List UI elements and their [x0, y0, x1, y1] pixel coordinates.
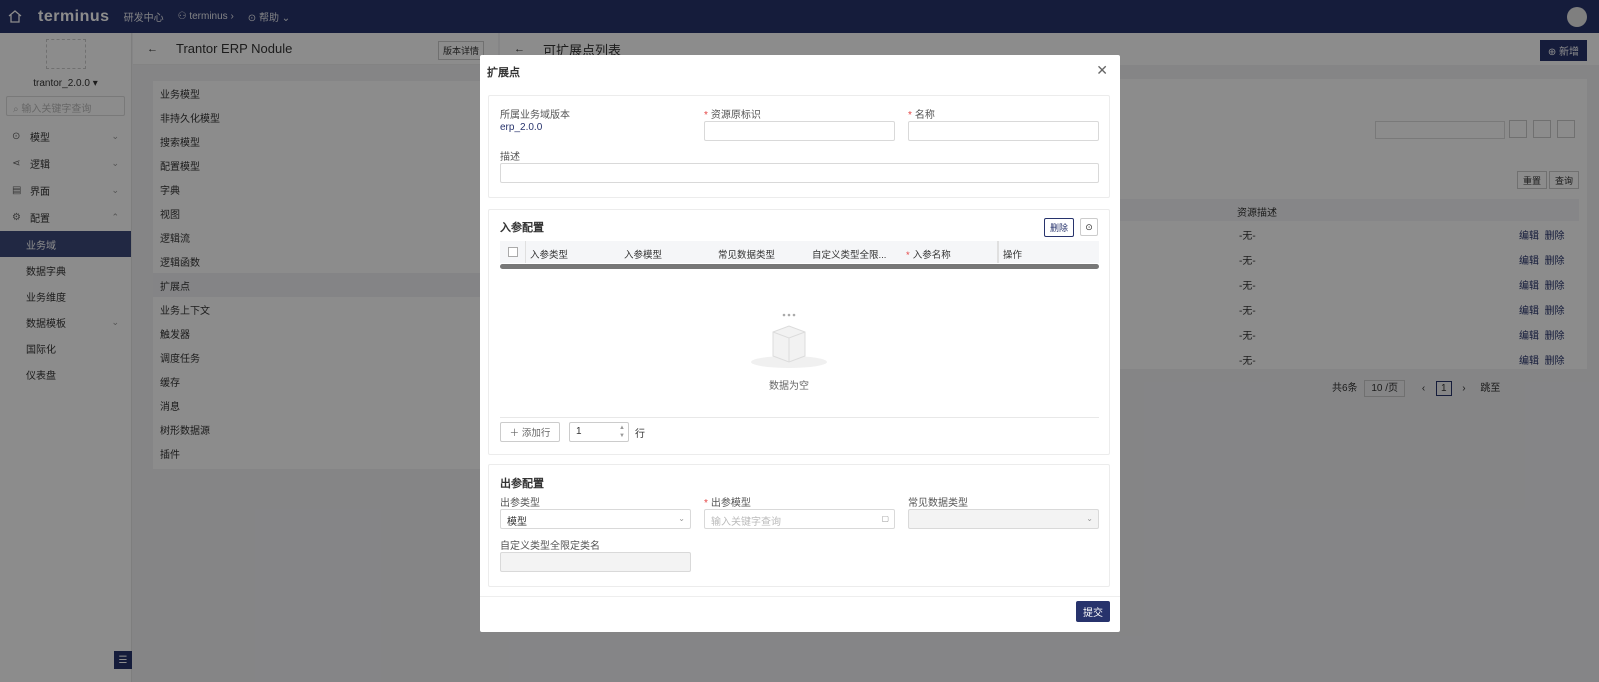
domain-version-value: erp_2.0.0: [500, 122, 543, 133]
footer-divider: [480, 596, 1120, 597]
plus-icon: ＋: [509, 428, 522, 439]
output-type-label: 出参类型: [500, 498, 540, 509]
output-config-title: 出参配置: [500, 478, 544, 490]
output-model-input[interactable]: 输入关键字查询 ▢: [704, 509, 895, 529]
empty-state: 数据为空: [744, 310, 834, 392]
common-type-select: ⌄: [908, 509, 1099, 529]
column-divider: [997, 241, 999, 263]
empty-text: 数据为空: [769, 381, 809, 392]
output-type-select[interactable]: 模型 ⌄: [500, 509, 691, 529]
custom-type-label: 自定义类型全限定类名: [500, 541, 600, 552]
add-row-button[interactable]: ＋ 添加行: [500, 422, 560, 442]
resource-id-label: * 资源原标识: [704, 110, 761, 121]
chevron-down-icon: ⌄: [678, 514, 685, 523]
add-row-label: 添加行: [521, 428, 551, 439]
table-picker-icon[interactable]: ▢: [881, 514, 889, 523]
row-count-stepper[interactable]: 1 ▲ ▼: [569, 422, 629, 442]
resource-id-input[interactable]: [704, 121, 895, 141]
name-label: * 名称: [908, 110, 935, 121]
input-config-title: 入参配置: [500, 222, 544, 234]
column-common-type: 常见数据类型: [718, 250, 776, 261]
column-param-type: 入参类型: [530, 250, 569, 261]
row-unit-label: 行: [635, 429, 645, 440]
select-all-checkbox[interactable]: [508, 247, 518, 257]
basic-info-card: 所属业务域版本 erp_2.0.0 * 资源原标识 * 名称 描述: [488, 95, 1110, 198]
custom-type-input: [500, 552, 691, 572]
extension-point-modal: 扩展点 ✕ 所属业务域版本 erp_2.0.0 * 资源原标识 * 名称 描述 入参…: [480, 55, 1120, 632]
row-count-value: 1: [576, 426, 582, 437]
submit-button[interactable]: 提交: [1076, 601, 1110, 622]
name-input[interactable]: [908, 121, 1099, 141]
output-config-card: 出参配置 出参类型 模型 ⌄ * 出参模型 输入关键字查询 ▢ 常见数据类型 ⌄ 自定…: [488, 464, 1110, 587]
column-param-name: * 入参名称: [906, 250, 951, 261]
stepper-arrows-icon[interactable]: ▲ ▼: [619, 424, 625, 440]
description-input[interactable]: [500, 163, 1099, 183]
horizontal-scrollbar[interactable]: [500, 264, 1099, 269]
domain-version-label: 所属业务域版本: [500, 110, 570, 121]
output-type-value: 模型: [507, 517, 527, 528]
output-model-placeholder: 输入关键字查询: [711, 517, 781, 528]
column-param-model: 入参模型: [624, 250, 663, 261]
common-type-label: 常见数据类型: [908, 498, 968, 509]
output-model-label: * 出参模型: [704, 498, 751, 509]
description-label: 描述: [500, 152, 520, 163]
input-config-card: 入参配置 删除 ⊙ 入参类型 入参模型 常见数据类型 自定义类型全限... * 入…: [488, 209, 1110, 455]
close-icon[interactable]: ✕: [1096, 62, 1108, 79]
params-table-header: 入参类型 入参模型 常见数据类型 自定义类型全限... * 入参名称 操作: [500, 241, 1099, 263]
column-divider: [525, 241, 526, 263]
column-actions: 操作: [1003, 250, 1023, 261]
column-custom-type: 自定义类型全限...: [812, 250, 887, 261]
empty-box-icon: [751, 313, 827, 368]
delete-button[interactable]: 删除: [1044, 218, 1075, 237]
chevron-down-icon: ⌄: [1086, 514, 1093, 523]
modal-title: 扩展点: [487, 67, 520, 79]
settings-icon[interactable]: ⊙: [1080, 218, 1098, 236]
divider: [500, 417, 1099, 418]
